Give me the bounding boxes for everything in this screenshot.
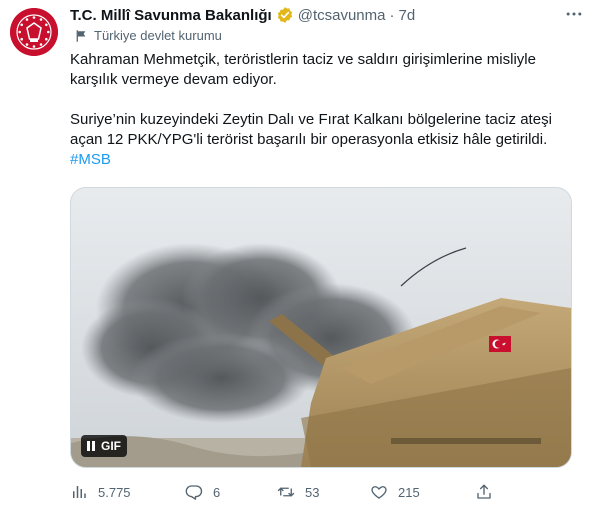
tweet-actions: 5.775 6 53 215 (70, 478, 575, 506)
tweet-text-line: Suriye’nin kuzeyindeki Zeytin Dalı ve Fı… (70, 111, 552, 128)
retweet-button[interactable]: 53 (277, 483, 319, 501)
tweet-timestamp[interactable]: 7d (398, 7, 415, 24)
gif-badge-label: GIF (101, 439, 121, 453)
share-icon (477, 484, 491, 499)
account-label[interactable]: Türkiye devlet kurumu (74, 28, 222, 43)
tweet-media-gif[interactable]: GIF (70, 187, 572, 468)
msb-emblem-icon (10, 8, 58, 56)
reply-button[interactable]: 6 (185, 483, 220, 501)
hashtag-link[interactable]: #MSB (70, 151, 111, 168)
account-handle[interactable]: @tcsavunma (298, 7, 386, 24)
share-button[interactable] (475, 483, 493, 501)
analytics-icon (73, 486, 86, 498)
verified-badge-icon[interactable] (276, 6, 294, 24)
tweet-text-line: açan 12 PKK/YPG'li terörist başarılı bir… (70, 131, 548, 148)
account-label-text: Türkiye devlet kurumu (94, 28, 222, 43)
pause-icon[interactable] (87, 441, 95, 451)
tweet-text-line: karşılık vermeye devam ediyor. (70, 71, 277, 88)
gif-badge[interactable]: GIF (81, 435, 127, 457)
howitzer-firing-image (71, 188, 571, 467)
retweet-icon (277, 487, 295, 497)
views-count: 5.775 (98, 484, 131, 500)
views-button[interactable]: 5.775 (70, 483, 131, 501)
account-name[interactable]: T.C. Millî Savunma Bakanlığı (70, 7, 272, 24)
heart-icon (371, 486, 387, 499)
separator-dot: · (389, 6, 395, 24)
reply-count: 6 (213, 484, 221, 500)
more-options-icon[interactable] (562, 4, 586, 24)
tweet-text-line: Kahraman Mehmetçik, teröristlerin taciz … (70, 51, 536, 68)
like-count: 215 (398, 484, 420, 500)
like-button[interactable]: 215 (370, 483, 420, 501)
government-flag-icon (74, 29, 88, 43)
retweet-count: 53 (305, 484, 320, 500)
tweet-header: T.C. Millî Savunma Bakanlığı @tcsavunma … (70, 4, 415, 26)
avatar[interactable] (10, 8, 58, 56)
tweet-card[interactable]: T.C. Millî Savunma Bakanlığı @tcsavunma … (0, 0, 600, 523)
reply-icon (185, 485, 203, 500)
tweet-text: Kahraman Mehmetçik, teröristlerin taciz … (70, 50, 575, 170)
